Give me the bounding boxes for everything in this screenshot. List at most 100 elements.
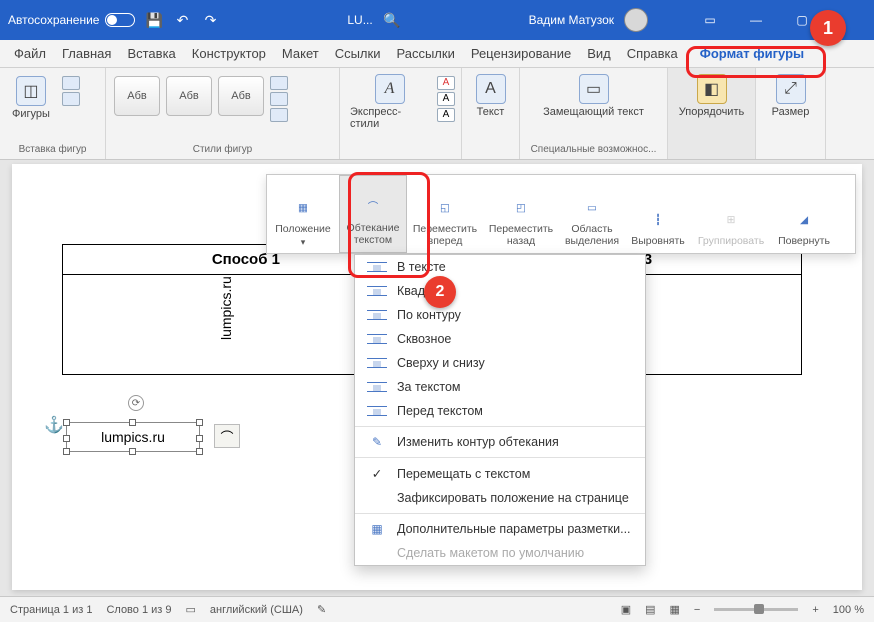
zoom-out-icon[interactable]: − [694, 604, 700, 616]
alt-text-button[interactable]: ▭ Замещающий текст [524, 72, 663, 120]
tab-layout[interactable]: Макет [274, 42, 327, 65]
view-focus-icon[interactable]: ▣ [621, 603, 631, 616]
inline-icon [367, 262, 387, 272]
window-options-icon[interactable]: ▭ [692, 5, 728, 35]
menu-sep1 [355, 426, 645, 427]
menu-infront[interactable]: Перед текстом [355, 399, 645, 423]
menu-edit-points[interactable]: ✎Изменить контур обтекания [355, 430, 645, 454]
rotate-button[interactable]: ◢Повернуть [771, 175, 837, 253]
shape-effects-icon[interactable] [270, 108, 288, 122]
edit-shape-icon[interactable] [62, 76, 80, 90]
text-effects-icon[interactable]: A [437, 108, 455, 122]
menu-through[interactable]: Сквозное [355, 327, 645, 351]
menu-move-with-text[interactable]: ✓Перемещать с текстом [355, 461, 645, 486]
group-wordart [344, 144, 457, 157]
menu-more-options[interactable]: ▦Дополнительные параметры разметки... [355, 517, 645, 541]
tab-mailings[interactable]: Рассылки [388, 42, 462, 65]
shapes-icon: ◫ [16, 76, 46, 106]
shape-outline-icon[interactable] [270, 92, 288, 106]
position-icon: ▦ [288, 195, 318, 221]
style-2[interactable]: Абв [166, 76, 212, 116]
text-fill-icon[interactable]: A [437, 76, 455, 90]
tab-references[interactable]: Ссылки [327, 42, 389, 65]
shape-text: lumpics.ru [101, 429, 165, 445]
doc-title: LU... [347, 13, 372, 27]
tab-review[interactable]: Рецензирование [463, 42, 579, 65]
behind-icon [367, 382, 387, 392]
search-icon[interactable]: 🔍 [383, 11, 401, 29]
zoom-in-icon[interactable]: + [812, 604, 818, 616]
tab-file[interactable]: Файл [6, 42, 54, 65]
alt-text-label: Замещающий текст [543, 106, 644, 118]
save-icon[interactable]: 💾 [145, 11, 163, 29]
arrange-label: Упорядочить [679, 106, 744, 118]
wordart-styles-button[interactable]: A Экспресс-стили [344, 72, 435, 132]
minimize-icon[interactable]: — [738, 5, 774, 35]
text-icon: A [476, 74, 506, 104]
style-3[interactable]: Абв [218, 76, 264, 116]
menu-set-default[interactable]: Сделать макетом по умолчанию [355, 541, 645, 565]
forward-icon: ◱ [430, 195, 460, 221]
menu-square[interactable]: Квадрат [355, 279, 645, 303]
size-label: Размер [772, 106, 810, 118]
arrange-button[interactable]: ◧ Упорядочить [672, 72, 751, 120]
selected-shape[interactable]: lumpics.ru [66, 422, 200, 452]
tab-design[interactable]: Конструктор [184, 42, 274, 65]
rotate-handle[interactable]: ⟳ [128, 395, 144, 411]
redo-icon[interactable]: ↷ [201, 11, 219, 29]
shapes-button[interactable]: ◫ Фигуры [6, 74, 56, 122]
textbox-icon[interactable] [62, 92, 80, 106]
rotate-icon: ◢ [789, 207, 819, 233]
group-accessibility: Специальные возможнос... [524, 142, 663, 157]
bring-forward-button[interactable]: ◱Переместить вперед [407, 175, 483, 253]
avatar[interactable] [624, 8, 648, 32]
tab-home[interactable]: Главная [54, 42, 119, 65]
send-backward-button[interactable]: ◰Переместить назад [483, 175, 559, 253]
menu-fix-position[interactable]: Зафиксировать положение на странице [355, 486, 645, 510]
align-button[interactable]: ┇Выровнять [625, 175, 691, 253]
vertical-watermark: lumpics.ru [218, 276, 234, 340]
view-print-icon[interactable]: ▤ [645, 603, 655, 616]
text-label: Текст [477, 106, 505, 118]
shape-style-gallery[interactable]: Абв Абв Абв [110, 72, 268, 124]
tab-shape-format[interactable]: Формат фигуры [692, 42, 812, 65]
tab-insert[interactable]: Вставка [119, 42, 183, 65]
menu-tight[interactable]: По контуру [355, 303, 645, 327]
status-words[interactable]: Слово 1 из 9 [106, 604, 171, 616]
autosave-label: Автосохранение [8, 13, 99, 27]
autosave[interactable]: Автосохранение [8, 13, 135, 27]
zoom-value[interactable]: 100 % [833, 604, 864, 616]
tab-view[interactable]: Вид [579, 42, 619, 65]
view-web-icon[interactable]: ▦ [670, 603, 680, 616]
autosave-toggle[interactable] [105, 13, 135, 27]
position-button[interactable]: ▦Положение▾ [267, 175, 339, 253]
shape-fill-icon[interactable] [270, 76, 288, 90]
layout-options-icon[interactable]: ⌒ [214, 424, 240, 448]
text-button[interactable]: A Текст [466, 72, 515, 120]
style-1[interactable]: Абв [114, 76, 160, 116]
wordart-icon: A [375, 74, 405, 104]
group-button: ⊞Группировать [691, 175, 771, 253]
status-proofing-icon[interactable]: ▭ [186, 603, 196, 616]
ribbon: ◫ Фигуры Вставка фигур Абв Абв Абв Стили… [0, 68, 874, 160]
menu-behind[interactable]: За текстом [355, 375, 645, 399]
status-lang[interactable]: английский (США) [210, 604, 303, 616]
menu-topbottom[interactable]: Сверху и снизу [355, 351, 645, 375]
wrap-text-menu: В тексте Квадрат По контуру Сквозное Све… [354, 254, 646, 566]
status-bar: Страница 1 из 1 Слово 1 из 9 ▭ английски… [0, 596, 874, 622]
infront-icon [367, 406, 387, 416]
tab-help[interactable]: Справка [619, 42, 686, 65]
tight-icon [367, 310, 387, 320]
undo-icon[interactable]: ↶ [173, 11, 191, 29]
zoom-slider[interactable] [714, 608, 798, 611]
anchor-icon: ⚓ [44, 415, 64, 435]
status-accessibility-icon[interactable]: ✎ [317, 603, 326, 616]
menu-sep2 [355, 457, 645, 458]
status-page[interactable]: Страница 1 из 1 [10, 604, 92, 616]
size-button[interactable]: ⤢ Размер [760, 72, 821, 120]
selection-pane-button[interactable]: ▭Область выделения [559, 175, 625, 253]
menu-inline[interactable]: В тексте [355, 255, 645, 279]
check-icon: ✓ [367, 466, 387, 481]
text-outline-icon[interactable]: A [437, 92, 455, 106]
wrap-text-button[interactable]: ⌒Обтекание текстом [339, 175, 407, 253]
